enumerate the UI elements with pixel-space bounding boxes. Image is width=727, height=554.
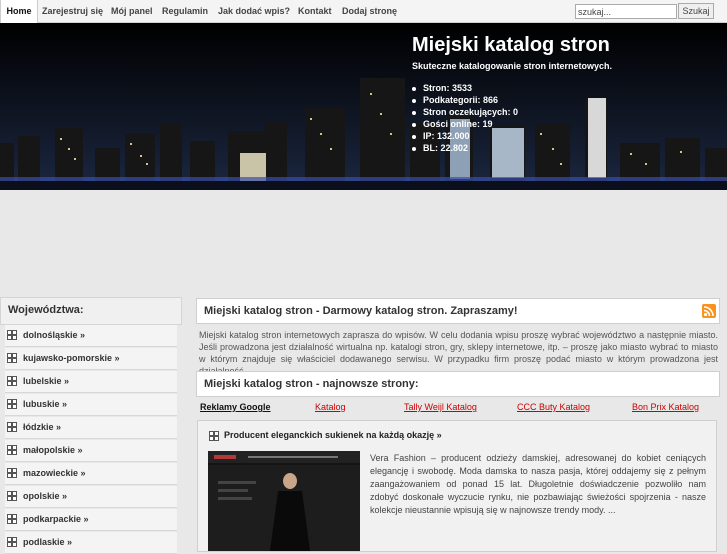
intro-title: Miejski katalog stron - Darmowy katalog … <box>204 305 518 317</box>
sidebar-item-podlaskie[interactable]: podlaskie » <box>5 532 177 554</box>
sidebar-item-label: lubuskie » <box>23 399 68 409</box>
sidebar-item-label: podkarpackie » <box>23 514 89 524</box>
grid-icon <box>7 399 17 409</box>
entry-thumbnail[interactable] <box>208 451 360 551</box>
header-banner: Miejski katalog stron Skuteczne katalogo… <box>0 23 727 190</box>
sidebar: Województwa: dolnośląskie » kujawsko-pom… <box>0 297 182 554</box>
stat-guests-online: Gości online: 19 <box>412 118 518 130</box>
nav-add-page[interactable]: Dodaj stronę <box>342 0 397 22</box>
grid-icon <box>209 431 219 441</box>
nav-my-panel[interactable]: Mój panel <box>111 0 153 22</box>
newest-title: Miejski katalog stron - najnowsze strony… <box>204 378 419 390</box>
grid-icon <box>7 422 17 432</box>
sidebar-item-dolnoslaskie[interactable]: dolnośląskie » <box>5 325 177 347</box>
intro-text: Miejski katalog stron internetowych zapr… <box>199 330 718 376</box>
sidebar-item-label: łódzkie » <box>23 422 62 432</box>
sidebar-item-malopolskie[interactable]: małopolskie » <box>5 440 177 462</box>
sidebar-item-label: mazowieckie » <box>23 468 86 478</box>
nav-rules[interactable]: Regulamin <box>162 0 208 22</box>
link-ccc-buty[interactable]: CCC Buty Katalog <box>517 402 590 412</box>
sidebar-item-label: opolskie » <box>23 491 68 501</box>
nav-home[interactable]: Home <box>0 0 38 23</box>
sidebar-item-opolskie[interactable]: opolskie » <box>5 486 177 508</box>
sidebar-heading-box: Województwa: <box>0 297 182 325</box>
site-stats-list: Stron: 3533 Podkategorii: 866 Stron ocze… <box>412 82 518 154</box>
search-button[interactable]: Szukaj <box>678 3 714 19</box>
grid-icon <box>7 330 17 340</box>
sidebar-item-podkarpackie[interactable]: podkarpackie » <box>5 509 177 531</box>
grid-icon <box>7 353 17 363</box>
nav-how-to-add[interactable]: Jak dodać wpis? <box>218 0 290 22</box>
sidebar-item-label: lubelskie » <box>23 376 70 386</box>
grid-icon <box>7 468 17 478</box>
stat-pages: Stron: 3533 <box>412 82 518 94</box>
intro-header-box: Miejski katalog stron - Darmowy katalog … <box>196 298 720 324</box>
sidebar-item-label: małopolskie » <box>23 445 83 455</box>
grid-icon <box>7 537 17 547</box>
thumbnail-image <box>208 451 360 551</box>
city-skyline-image <box>0 23 727 190</box>
grid-icon <box>7 491 17 501</box>
grid-icon <box>7 376 17 386</box>
sidebar-item-label: dolnośląskie » <box>23 330 86 340</box>
search-input[interactable] <box>575 4 677 19</box>
sidebar-item-lodzkie[interactable]: łódzkie » <box>5 417 177 439</box>
site-title: Miejski katalog stron <box>412 34 610 56</box>
sidebar-item-label: kujawsko-pomorskie » <box>23 353 120 363</box>
sidebar-item-kujawsko-pomorskie[interactable]: kujawsko-pomorskie » <box>5 348 177 370</box>
stat-pending: Stron oczekujących: 0 <box>412 106 518 118</box>
rss-icon[interactable] <box>702 304 716 318</box>
ad-space <box>0 190 727 295</box>
sidebar-item-lubuskie[interactable]: lubuskie » <box>5 394 177 416</box>
entry-card: Producent eleganckich sukienek na każdą … <box>197 420 717 552</box>
link-google-ads[interactable]: Reklamy Google <box>200 402 271 412</box>
stat-subcategories: Podkategorii: 866 <box>412 94 518 106</box>
grid-icon <box>7 514 17 524</box>
link-tally-weijl[interactable]: Tally Weijl Katalog <box>404 402 477 412</box>
site-subtitle: Skuteczne katalogowanie stron internetow… <box>412 61 613 71</box>
link-katalog[interactable]: Katalog <box>315 402 346 412</box>
nav-register[interactable]: Zarejestruj się <box>42 0 103 22</box>
nav-contact[interactable]: Kontakt <box>298 0 332 22</box>
grid-icon <box>7 445 17 455</box>
sidebar-item-label: podlaskie » <box>23 537 73 547</box>
stat-bl: BL: 22.802 <box>412 142 518 154</box>
top-navigation: Home Zarejestruj się Mój panel Regulamin… <box>0 0 727 23</box>
sidebar-heading: Województwa: <box>8 304 84 316</box>
entry-description: Vera Fashion – producent odzieży damskie… <box>370 453 706 515</box>
link-bon-prix[interactable]: Bon Prix Katalog <box>632 402 699 412</box>
sidebar-item-lubelskie[interactable]: lubelskie » <box>5 371 177 393</box>
sidebar-item-mazowieckie[interactable]: mazowieckie » <box>5 463 177 485</box>
newest-header-box: Miejski katalog stron - najnowsze strony… <box>196 371 720 397</box>
entry-title-link[interactable]: Producent eleganckich sukienek na każdą … <box>224 430 442 440</box>
stat-ip: IP: 132.000 <box>412 130 518 142</box>
